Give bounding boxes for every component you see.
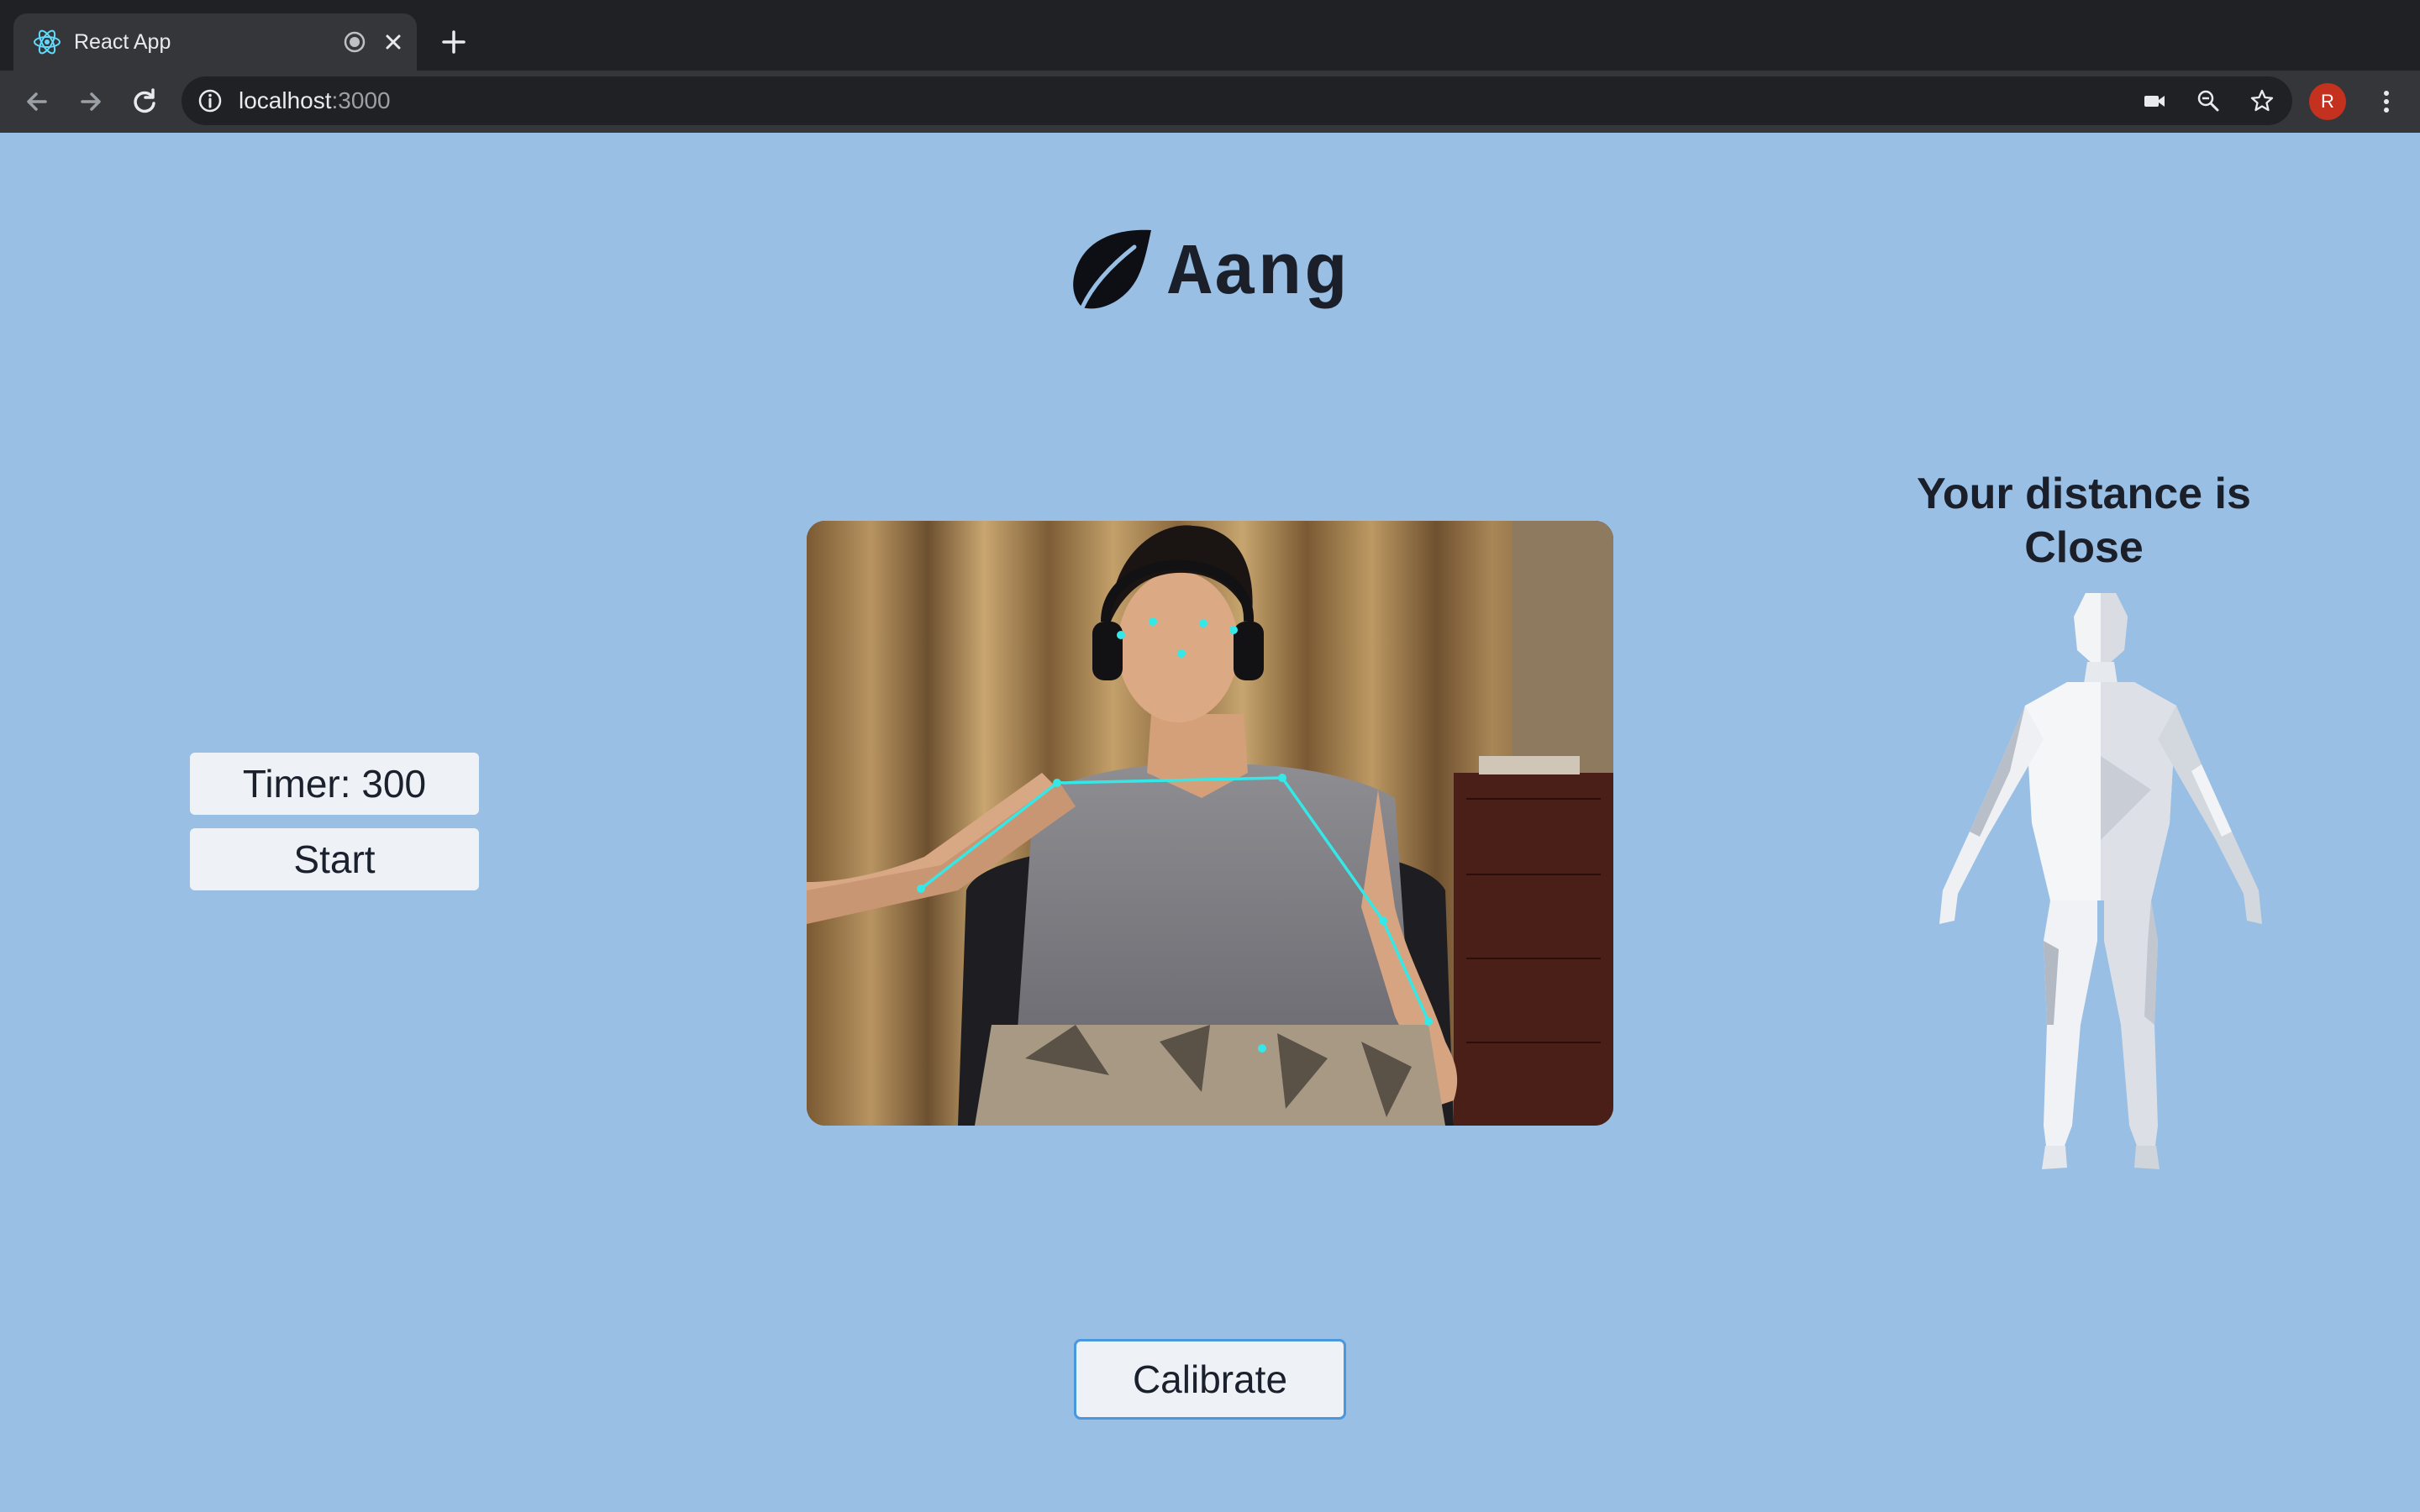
- pose-keypoint: [1149, 617, 1157, 626]
- url-host: localhost: [239, 87, 332, 113]
- timer-display: Timer: 300: [190, 753, 479, 815]
- new-tab-icon[interactable]: [437, 25, 471, 59]
- url-port: :3000: [331, 87, 391, 113]
- pose-keypoint: [1053, 779, 1061, 787]
- distance-status: Your distance is Close: [1849, 467, 2319, 575]
- zoom-icon[interactable]: [2195, 87, 2222, 114]
- profile-avatar[interactable]: R: [2309, 83, 2346, 120]
- close-icon[interactable]: [380, 29, 407, 55]
- browser-tab-strip: React App: [0, 0, 2420, 71]
- forward-icon[interactable]: [74, 85, 108, 118]
- webcam-image: [807, 521, 1613, 1126]
- distance-value: Close: [2024, 523, 2144, 572]
- app-logo: Aang: [1067, 220, 1370, 321]
- info-icon[interactable]: [197, 87, 224, 114]
- reload-icon[interactable]: [128, 85, 161, 118]
- browser-toolbar: localhost:3000 R: [0, 71, 2420, 133]
- pose-keypoint: [1229, 626, 1238, 634]
- pose-keypoint: [1424, 1017, 1433, 1026]
- react-logo-icon: [34, 29, 60, 55]
- calibrate-button[interactable]: Calibrate: [1074, 1339, 1346, 1420]
- pose-keypoint: [1278, 774, 1286, 782]
- pose-keypoint: [1258, 1044, 1266, 1053]
- app-title: Aang: [1168, 233, 1349, 315]
- tab-title: React App: [74, 30, 171, 54]
- pose-keypoint: [1117, 631, 1125, 639]
- posture-figure-model: [1939, 593, 2262, 1169]
- distance-label: Your distance is: [1917, 470, 2251, 518]
- browser-tab[interactable]: React App: [13, 13, 417, 71]
- start-button[interactable]: Start: [190, 828, 479, 890]
- leaf-icon: [1073, 229, 1151, 310]
- pose-keypoint: [917, 885, 925, 893]
- webcam-feed: [807, 521, 1613, 1126]
- camera-icon[interactable]: [2141, 87, 2168, 114]
- menu-icon[interactable]: [2370, 85, 2403, 118]
- pose-keypoint: [1177, 649, 1186, 658]
- pose-keypoint: [1379, 916, 1387, 925]
- url-text[interactable]: localhost:3000: [239, 76, 391, 125]
- pose-keypoint: [1199, 619, 1207, 627]
- audio-recording-icon[interactable]: [343, 30, 366, 54]
- star-icon[interactable]: [2249, 87, 2275, 114]
- address-bar[interactable]: localhost:3000: [182, 76, 2292, 125]
- back-icon[interactable]: [20, 85, 54, 118]
